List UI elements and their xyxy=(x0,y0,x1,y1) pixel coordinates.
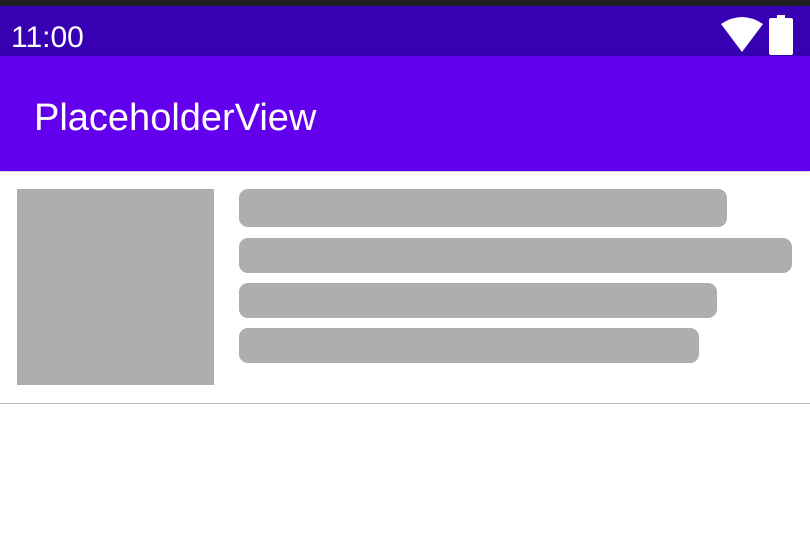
status-bar: 11:00 xyxy=(0,6,810,56)
app-title: PlaceholderView xyxy=(34,97,317,139)
placeholder-image xyxy=(17,189,214,385)
placeholder-line-1 xyxy=(239,189,727,227)
placeholder-line-3 xyxy=(239,283,717,318)
wifi-icon xyxy=(721,17,763,52)
placeholder-list-item[interactable] xyxy=(0,172,810,404)
placeholder-line-4 xyxy=(239,328,699,363)
app-bar: PlaceholderView xyxy=(0,56,810,171)
status-time: 11:00 xyxy=(11,21,84,54)
battery-icon xyxy=(769,15,793,55)
screen: 11:00 PlaceholderView xyxy=(0,0,810,556)
placeholder-line-2 xyxy=(239,238,792,273)
